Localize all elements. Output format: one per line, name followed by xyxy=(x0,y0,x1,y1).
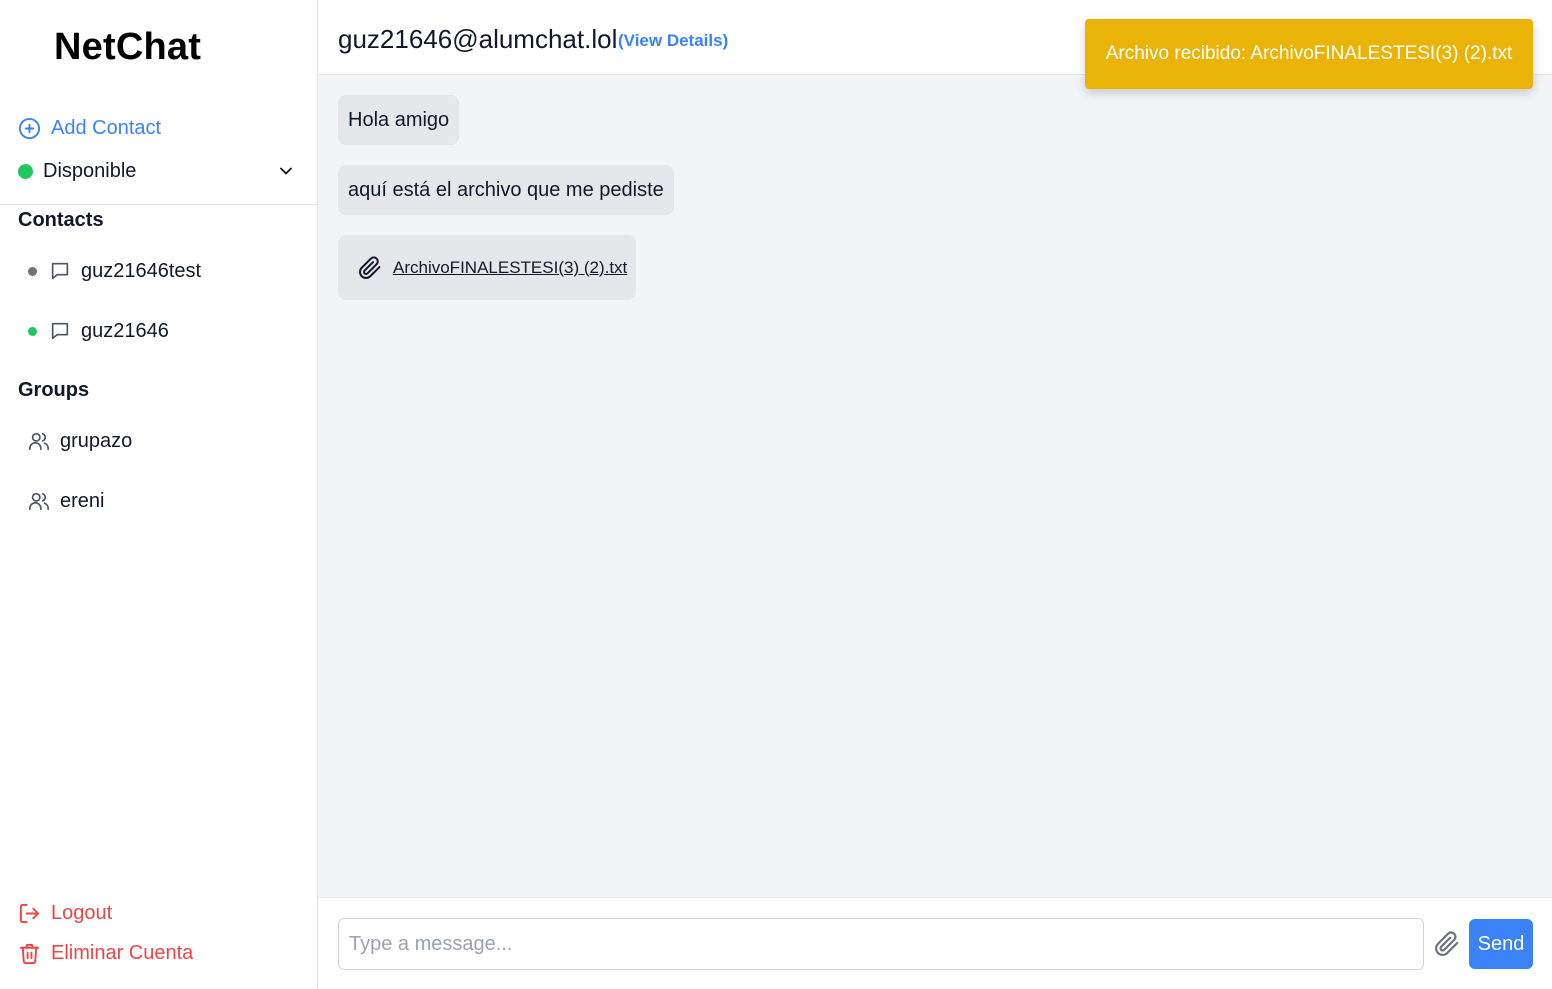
message-composer: Send xyxy=(318,897,1552,989)
file-download-link[interactable]: ArchivoFINALESTESI(3) (2).txt xyxy=(393,258,627,278)
message-bubble: Hola amigo xyxy=(338,95,460,145)
group-name: ereni xyxy=(60,489,105,512)
chat-bubble-icon xyxy=(51,262,69,280)
view-details-link[interactable]: (View Details) xyxy=(618,31,728,51)
presence-offline-dot xyxy=(28,266,37,276)
status-indicator xyxy=(18,163,33,179)
sidebar: NetChat Add Contact Disponible Contacts … xyxy=(0,0,318,989)
sidebar-divider xyxy=(0,204,317,205)
toast-text: Archivo recibido: ArchivoFINALESTESI(3) … xyxy=(1105,43,1513,64)
trash-icon xyxy=(19,943,40,965)
presence-online-dot xyxy=(28,326,37,336)
contact-name: guz21646 xyxy=(81,319,169,342)
paperclip-icon xyxy=(359,255,381,279)
status-label: Disponible xyxy=(43,159,137,182)
contact-name: guz21646test xyxy=(81,259,202,282)
group-name: grupazo xyxy=(60,429,133,452)
users-icon xyxy=(29,432,49,451)
send-button[interactable]: Send xyxy=(1469,919,1533,969)
message-text: Hola amigo xyxy=(348,108,450,131)
file-message[interactable]: ArchivoFINALESTESI(3) (2).txt xyxy=(338,235,636,300)
logout-label: Logout xyxy=(51,902,113,924)
groups-heading: Groups xyxy=(18,379,90,401)
message-bubble: aquí está el archivo que me pediste xyxy=(338,165,674,215)
chat-title: guz21646@alumchat.lol xyxy=(338,24,618,54)
file-received-toast: Archivo recibido: ArchivoFINALESTESI(3) … xyxy=(1085,19,1533,89)
contact-item-guz21646[interactable]: guz21646 xyxy=(28,316,169,346)
message-text: aquí está el archivo que me pediste xyxy=(348,178,664,201)
status-select[interactable]: Disponible xyxy=(18,156,298,186)
logout-button[interactable]: Logout xyxy=(18,902,112,925)
chat-panel: guz21646@alumchat.lol (View Details) Hol… xyxy=(318,0,1552,989)
users-icon xyxy=(29,492,49,511)
chat-bubble-icon xyxy=(51,322,69,340)
delete-account-button[interactable]: Eliminar Cuenta xyxy=(18,942,193,965)
delete-account-label: Eliminar Cuenta xyxy=(51,942,194,964)
app-brand: NetChat xyxy=(54,26,202,68)
group-item-ereni[interactable]: ereni xyxy=(28,486,104,516)
contact-item-guz21646test[interactable]: guz21646test xyxy=(28,256,201,286)
plus-circle-icon xyxy=(18,117,41,140)
chevron-down-icon xyxy=(280,167,292,175)
message-input[interactable] xyxy=(338,918,1424,970)
contacts-heading: Contacts xyxy=(18,209,104,231)
attach-file-icon[interactable] xyxy=(1434,931,1460,957)
group-item-grupazo[interactable]: grupazo xyxy=(28,426,132,456)
add-contact-label: Add Contact xyxy=(51,117,162,139)
add-contact-button[interactable]: Add Contact xyxy=(18,117,161,140)
logout-icon xyxy=(19,903,40,924)
